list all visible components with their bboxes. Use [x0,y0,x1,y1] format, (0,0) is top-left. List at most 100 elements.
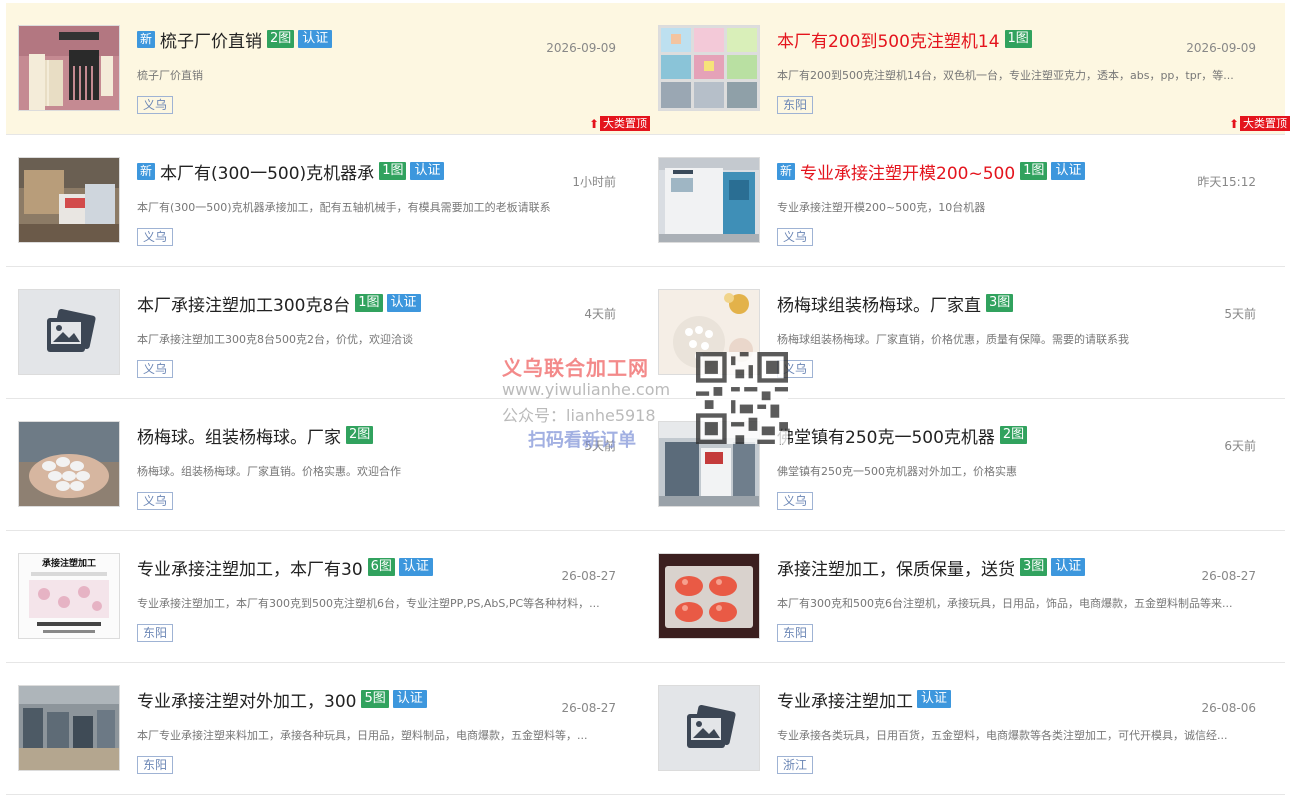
location-tag[interactable]: 义乌 [137,96,174,114]
listing-title-line: 佛堂镇有250克一500克机器 2图 [777,423,1028,448]
listing-thumbnail[interactable] [658,685,760,771]
listing-description: 本厂有300克和500克6台注塑机，承接玩具，日用品，饰品，电商爆款，五金塑料制… [777,597,1233,610]
list-item[interactable]: 杨梅球。组装杨梅球。厂家 2图 5天前杨梅球。组装杨梅球。厂家直销。价格实惠。欢迎合… [6,399,646,531]
location-tag[interactable]: 义乌 [137,360,174,378]
location-tag[interactable]: 东阳 [137,756,174,774]
listing-thumbnail[interactable] [658,157,760,243]
listing-title-link[interactable]: 专业承接注塑开模200~500 [800,159,1015,184]
pinned-badge: ⬆ 大类置顶 [1229,116,1290,131]
image-count-badge: 2图 [267,30,295,48]
listing-thumbnail[interactable]: 承接注塑加工 [18,553,120,639]
listing-title-line: 新本厂有(300一500)克机器承 1图 认证 [137,159,445,184]
certified-badge: 认证 [1051,558,1086,576]
listing-date: 昨天15:12 [1197,175,1256,189]
image-count-badge: 1图 [379,162,407,180]
pinned-badge: ⬆ 大类置顶 [589,116,650,131]
image-count-badge: 1图 [355,294,383,312]
listing-date: 5天前 [584,439,616,453]
list-item[interactable]: 新梳子厂价直销 2图 认证 2026-09-09 梳子厂价直销 义乌 ⬆ 大类置顶 [6,3,650,135]
listing-title-link[interactable]: 本厂承接注塑加工300克8台 [137,291,350,316]
listing-description: 专业承接各类玩具，日用百货，五金塑料，电商爆款等各类注塑加工，可代开模具，诚信经… [777,729,1228,742]
listing-row: 新本厂有(300一500)克机器承 1图 认证 1小时前 本厂有(300一500)克机器… [6,135,1285,267]
listing-title-link[interactable]: 专业承接注塑对外加工，300 [137,687,356,712]
certified-badge: 认证 [386,294,421,312]
listing-title-link[interactable]: 杨梅球。组装杨梅球。厂家 [137,423,341,448]
list-item[interactable]: 本厂承接注塑加工300克8台 1图 认证 4天前 本厂承接注塑加工300克8台500克2… [6,267,646,399]
listing-thumbnail[interactable] [658,421,760,507]
list-item[interactable]: 专业承接注塑加工 认证 26-08-06 专业承接各类玩具，日用百货，五金塑料，电商爆… [646,663,1286,795]
listing-date: 26-08-27 [561,569,616,583]
image-count-badge: 6图 [367,558,395,576]
image-count-badge: 1图 [1020,162,1048,180]
listing-row: 专业承接注塑对外加工，300 5图 认证 26-08-27 本厂专业承接注塑来料加工，承… [6,663,1285,795]
list-item[interactable]: 新专业承接注塑开模200~500 1图 认证 昨天15:12 专业承接注塑开模200~5… [646,135,1286,267]
listing-thumbnail[interactable] [18,25,120,111]
listing-date: 26-08-06 [1201,701,1256,715]
listing-title-link[interactable]: 本厂有200到500克注塑机14 [777,27,1000,52]
list-item[interactable]: 新本厂有(300一500)克机器承 1图 认证 1小时前 本厂有(300一500)克机器… [6,135,646,267]
listing-title-link[interactable]: 承接注塑加工，保质保量，送货 [777,555,1015,580]
location-tag[interactable]: 义乌 [777,492,814,510]
listing-thumbnail[interactable] [18,685,120,771]
location-tag[interactable]: 义乌 [137,228,174,246]
listing-title-line: 本厂有200到500克注塑机14 1图 [777,27,1032,52]
listing-description: 专业承接注塑开模200~500克，10台机器 [777,201,986,214]
listing-title-line: 专业承接注塑加工 认证 [777,687,952,712]
listing-date: 26-08-27 [1201,569,1256,583]
listing-title-link[interactable]: 专业承接注塑加工，本厂有30 [137,555,363,580]
location-tag[interactable]: 浙江 [777,756,814,774]
list-item[interactable]: 专业承接注塑对外加工，300 5图 认证 26-08-27 本厂专业承接注塑来料加工，承… [6,663,646,795]
listing-title-line: 承接注塑加工，保质保量，送货 3图 认证 [777,555,1086,580]
list-item[interactable]: 佛堂镇有250克一500克机器 2图 6天前佛堂镇有250克一500克机器对外加工，… [646,399,1286,531]
listing-description: 本厂有200到500克注塑机14台，双色机一台，专业注塑亚克力，透本，abs，p… [777,69,1234,82]
listing-title-line: 新专业承接注塑开模200~500 1图 认证 [777,159,1086,184]
listing-description: 本厂专业承接注塑来料加工，承接各种玩具，日用品，塑料制品，电商爆款，五金塑料等，… [137,729,588,742]
listing-description: 本厂承接注塑加工300克8台500克2台，价优，欢迎洽谈 [137,333,413,346]
location-tag[interactable]: 义乌 [777,228,814,246]
listing-date: 5天前 [1224,307,1256,321]
listing-description: 本厂有(300一500)克机器承接加工，配有五轴机械手，有模具需要加工的老板请联… [137,201,551,214]
image-count-badge: 1图 [1004,30,1032,48]
listing-thumbnail[interactable] [18,289,120,375]
location-tag[interactable]: 东阳 [137,624,174,642]
listing-thumbnail[interactable] [658,553,760,639]
arrow-up-icon: ⬆ [588,116,599,131]
list-item[interactable]: 本厂有200到500克注塑机14 1图 2026-09-09 本厂有200到500克注… [646,3,1290,135]
listing-row: 本厂承接注塑加工300克8台 1图 认证 4天前 本厂承接注塑加工300克8台500克2… [6,267,1285,399]
listing-title-link[interactable]: 杨梅球组装杨梅球。厂家直 [777,291,981,316]
certified-badge: 认证 [298,30,333,48]
image-count-badge: 2图 [346,426,374,444]
listing-description: 杨梅球组装杨梅球。厂家直销，价格优惠，质量有保障。需要的请联系我 [777,333,1129,346]
image-count-badge: 2图 [999,426,1028,444]
image-count-badge: 3图 [986,294,1014,312]
image-count-badge: 3图 [1020,558,1048,576]
listing-description: 佛堂镇有250克一500克机器对外加工，价格实惠 [777,465,1017,478]
listing-thumbnail[interactable] [658,289,760,375]
listing-date: 2026-09-09 [546,41,616,55]
listing-row: 新梳子厂价直销 2图 认证 2026-09-09 梳子厂价直销 义乌 ⬆ 大类置顶 本厂有200… [6,3,1290,135]
location-tag[interactable]: 义乌 [137,492,174,510]
listing-thumbnail[interactable] [18,421,120,507]
listing-date: 2026-09-09 [1186,41,1256,55]
poster-title: 承接注塑加工 [42,557,96,569]
listing-thumbnail[interactable] [18,157,120,243]
list-item[interactable]: 承接注塑加工 专业承接注塑加工，本厂有30 6图 认证 26-08-27 专业承接注塑加工… [6,531,646,663]
listing-title-link[interactable]: 梳子厂价直销 [160,27,262,52]
certified-badge: 认证 [398,558,433,576]
location-tag[interactable]: 东阳 [777,96,814,114]
listing-date: 1小时前 [572,175,616,189]
listing-title-link[interactable]: 专业承接注塑加工 [777,687,913,712]
new-badge: 新 [137,30,156,48]
list-item[interactable]: 承接注塑加工，保质保量，送货 3图 认证 26-08-27 本厂有300克和500克6台… [646,531,1286,663]
list-item[interactable]: 杨梅球组装杨梅球。厂家直 3图 5天前杨梅球组装杨梅球。厂家直销，价格优惠，质量有保… [646,267,1286,399]
listing-thumbnail[interactable] [658,25,760,111]
certified-badge: 认证 [392,690,427,708]
listing-date: 26-08-27 [561,701,616,715]
listing-title-link[interactable]: 佛堂镇有250克一500克机器 [777,423,995,448]
listing-title-link[interactable]: 本厂有(300一500)克机器承 [160,159,374,184]
location-tag[interactable]: 东阳 [777,624,814,642]
listing-title-line: 专业承接注塑加工，本厂有30 6图 认证 [137,555,433,580]
listing-description: 杨梅球。组装杨梅球。厂家直销。价格实惠。欢迎合作 [137,465,401,478]
listing-date: 6天前 [1224,439,1256,453]
location-tag[interactable]: 义乌 [777,360,814,378]
